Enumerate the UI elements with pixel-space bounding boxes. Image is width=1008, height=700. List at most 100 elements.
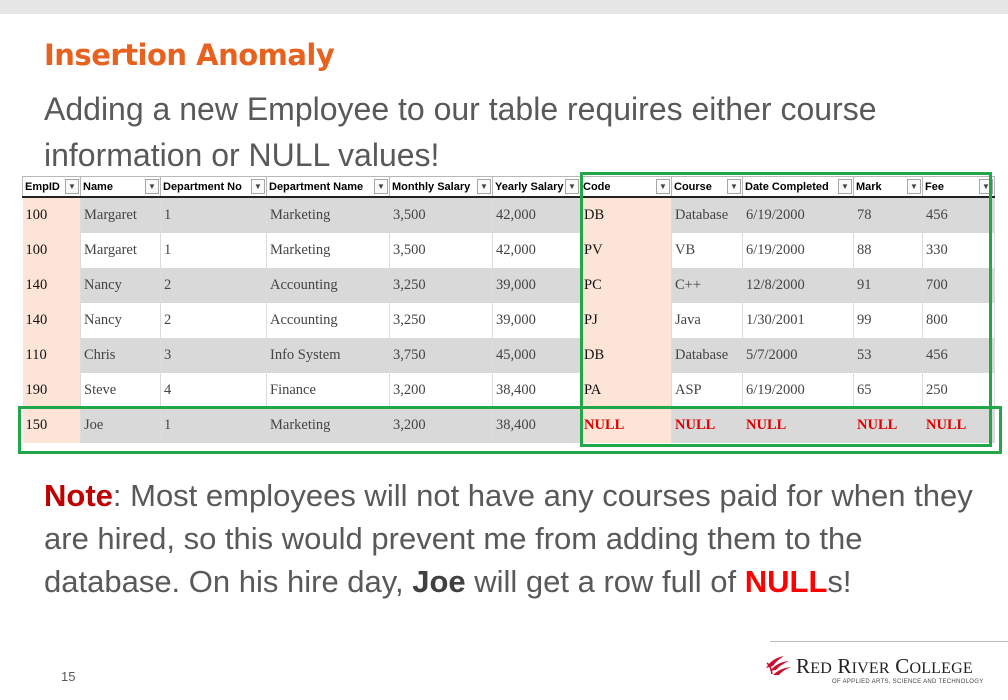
table-cell: 39,000: [492, 268, 581, 303]
filter-dropdown-icon[interactable]: ▼: [251, 179, 265, 194]
column-header-label: Monthly Salary: [392, 180, 471, 193]
table-cell: NULL: [580, 408, 672, 443]
table-cell: 6/19/2000: [742, 373, 854, 408]
table-cell: 91: [853, 268, 923, 303]
table-cell: Chris: [80, 338, 161, 373]
column-header: Mark ▼: [853, 176, 923, 198]
table-cell: 3,250: [389, 268, 493, 303]
note-paragraph: Note: Most employees will not have any c…: [44, 474, 994, 603]
table-cell: 110: [22, 338, 81, 373]
table-cell: Java: [671, 303, 743, 338]
table-cell: PJ: [580, 303, 672, 338]
table-cell: Accounting: [266, 268, 390, 303]
table-cell: Marketing: [266, 408, 390, 443]
filter-dropdown-icon[interactable]: ▼: [656, 179, 670, 194]
table-cell: 4: [160, 373, 267, 408]
filter-dropdown-icon[interactable]: ▼: [477, 179, 491, 194]
table-row-null: 150 Joe 1 Marketing 3,200 38,400 NULL NULL NULL N…: [22, 408, 995, 443]
table-cell: 330: [922, 233, 995, 268]
table-header-row: EmpID ▼ Name ▼ Department No ▼ Department Name…: [22, 176, 995, 198]
filter-dropdown-icon[interactable]: ▼: [838, 179, 852, 194]
table-cell: DB: [580, 197, 672, 233]
table-cell: 800: [922, 303, 995, 338]
table-cell: Accounting: [266, 303, 390, 338]
column-header: Course ▼: [671, 176, 743, 198]
note-text-2: will get a row full of: [465, 564, 745, 599]
footer-divider: [770, 641, 1008, 642]
note-null: NULL: [744, 564, 828, 599]
table-cell: 6/19/2000: [742, 233, 854, 268]
table-cell: Database: [671, 197, 743, 233]
column-header: Code ▼: [580, 176, 672, 198]
table-cell: 1: [160, 408, 267, 443]
table-cell: NULL: [742, 408, 854, 443]
column-header-label: Name: [83, 180, 113, 193]
table-cell: NULL: [853, 408, 923, 443]
filter-dropdown-icon[interactable]: ▼: [907, 179, 921, 194]
table-cell: 12/8/2000: [742, 268, 854, 303]
table-cell: Margaret: [80, 233, 161, 268]
slide-subtitle: Adding a new Employee to our table requi…: [44, 91, 877, 173]
table-cell: 1: [160, 197, 267, 233]
column-header: Department No ▼: [160, 176, 267, 198]
table-cell: 140: [22, 303, 81, 338]
filter-dropdown-icon[interactable]: ▼: [727, 179, 741, 194]
table-cell: ASP: [671, 373, 743, 408]
table-cell: 456: [922, 197, 995, 233]
table-cell: Steve: [80, 373, 161, 408]
table-cell: C++: [671, 268, 743, 303]
table-cell: 3,500: [389, 197, 493, 233]
table-row: 110 Chris 3 Info System 3,750 45,000 DB Databas…: [22, 338, 995, 373]
note-text-3: s!: [827, 564, 852, 599]
table-row: 190 Steve 4 Finance 3,200 38,400 PA ASP 6/19/200…: [22, 373, 995, 408]
employee-course-table: EmpID ▼ Name ▼ Department No ▼ Department Name…: [22, 176, 995, 443]
table-cell: 100: [22, 197, 81, 233]
column-header-label: EmpID: [25, 180, 60, 193]
filter-dropdown-icon[interactable]: ▼: [374, 179, 388, 194]
table-cell: DB: [580, 338, 672, 373]
table-cell: VB: [671, 233, 743, 268]
column-header: Fee ▼: [922, 176, 995, 198]
table-cell: Marketing: [266, 233, 390, 268]
table-cell: 2: [160, 303, 267, 338]
table-cell: 65: [853, 373, 923, 408]
table-cell: 150: [22, 408, 81, 443]
table-cell: Margaret: [80, 197, 161, 233]
column-header-label: Course: [674, 180, 712, 193]
column-header-label: Department Name: [269, 180, 364, 193]
filter-dropdown-icon[interactable]: ▼: [565, 179, 579, 194]
college-name: RED RIVER COLLEGE: [796, 654, 973, 678]
college-tagline: OF APPLIED ARTS, SCIENCE AND TECHNOLOGY: [832, 679, 984, 685]
table-cell: 53: [853, 338, 923, 373]
table-cell: 100: [22, 233, 81, 268]
column-header-label: Fee: [925, 180, 944, 193]
table-cell: 1/30/2001: [742, 303, 854, 338]
table-cell: 3,500: [389, 233, 493, 268]
table-cell: Nancy: [80, 303, 161, 338]
table-cell: 3,200: [389, 408, 493, 443]
slide-top-bar: [0, 0, 1008, 14]
table-cell: PV: [580, 233, 672, 268]
note-joe: Joe: [412, 564, 466, 599]
table-cell: Info System: [266, 338, 390, 373]
filter-dropdown-icon[interactable]: ▼: [145, 179, 159, 194]
column-header-label: Mark: [856, 180, 882, 193]
note-lead: Note: [44, 478, 113, 513]
column-header-label: Date Completed: [745, 180, 829, 193]
table-cell: 2: [160, 268, 267, 303]
column-header-label: Code: [583, 180, 611, 193]
river-leaf-icon: [766, 656, 791, 675]
table-row: 100 Margaret 1 Marketing 3,500 42,000 DB Databa…: [22, 197, 995, 233]
table-cell: 3,750: [389, 338, 493, 373]
table-cell: Finance: [266, 373, 390, 408]
table-cell: 5/7/2000: [742, 338, 854, 373]
column-header: Date Completed ▼: [742, 176, 854, 198]
filter-dropdown-icon[interactable]: ▼: [979, 179, 993, 194]
table-cell: 42,000: [492, 233, 581, 268]
table-cell: Database: [671, 338, 743, 373]
filter-dropdown-icon[interactable]: ▼: [65, 179, 79, 194]
table-cell: 456: [922, 338, 995, 373]
table-cell: 78: [853, 197, 923, 233]
page-number: 15: [61, 669, 76, 684]
table-cell: 99: [853, 303, 923, 338]
